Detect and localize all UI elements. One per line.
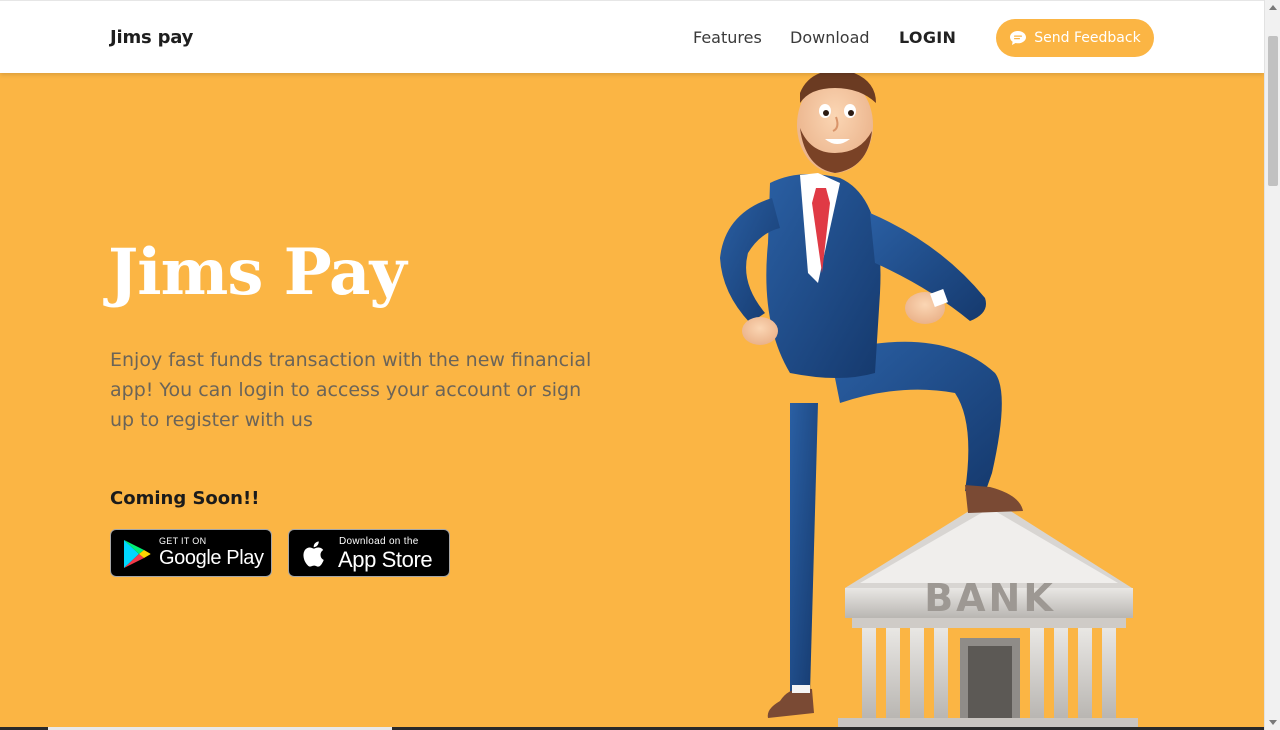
- nav-link-login[interactable]: LOGIN: [899, 28, 956, 47]
- navbar: Jims pay Features Download LOGIN Send Fe…: [0, 0, 1264, 73]
- vertical-scrollbar[interactable]: [1264, 0, 1280, 730]
- brand-logo[interactable]: Jims pay: [110, 27, 193, 48]
- app-store-small-text: Download on the: [339, 536, 419, 547]
- scroll-up-arrow-icon[interactable]: [1269, 5, 1277, 10]
- google-play-button[interactable]: GET IT ON Google Play: [110, 529, 272, 577]
- hero-section: Jims Pay Enjoy fast funds transaction wi…: [0, 73, 1264, 730]
- app-store-button[interactable]: Download on the App Store: [288, 529, 450, 577]
- bank-building: BANK: [838, 498, 1138, 730]
- nav-link-features[interactable]: Features: [693, 28, 762, 47]
- nav-link-download[interactable]: Download: [790, 28, 870, 47]
- google-play-small-text: GET IT ON: [159, 536, 207, 546]
- chat-bubble-icon: [1010, 31, 1027, 45]
- scroll-down-arrow-icon[interactable]: [1269, 720, 1277, 725]
- hero-title: Jims Pay: [108, 235, 407, 310]
- apple-icon: [303, 541, 324, 567]
- hero-description: Enjoy fast funds transaction with the ne…: [110, 349, 592, 431]
- send-feedback-button[interactable]: Send Feedback: [996, 19, 1154, 57]
- google-play-big-text: Google Play: [159, 547, 264, 569]
- businessman-bank-illustration: BANK: [720, 73, 1138, 730]
- bank-sign-text: BANK: [924, 576, 1056, 620]
- google-play-icon: [124, 540, 151, 568]
- send-feedback-label: Send Feedback: [1034, 30, 1141, 46]
- page: Jims pay Features Download LOGIN Send Fe…: [0, 0, 1264, 730]
- app-store-big-text: App Store: [338, 547, 433, 572]
- coming-soon-label: Coming Soon!!: [110, 488, 260, 509]
- scrollbar-thumb[interactable]: [1268, 36, 1278, 186]
